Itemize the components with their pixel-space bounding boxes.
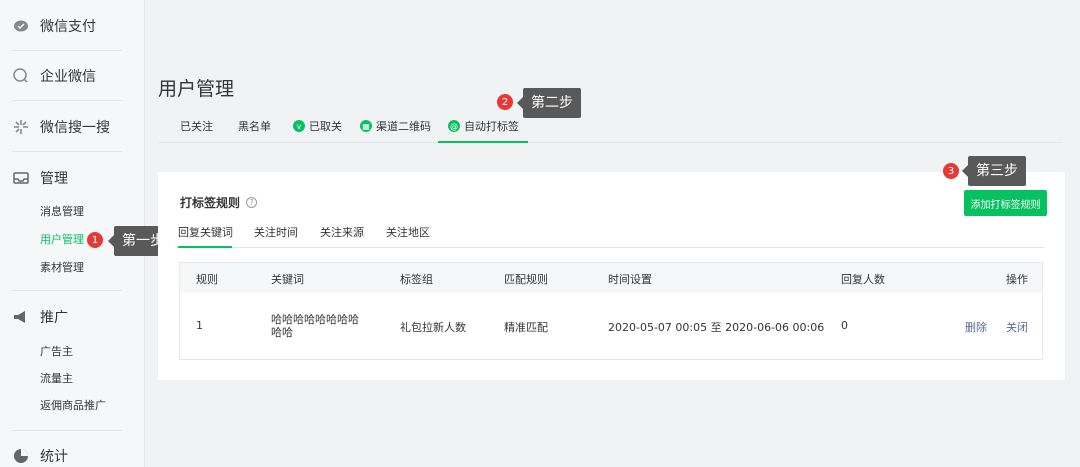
sidebar-sub-users[interactable]: 用户管理 — [40, 231, 84, 247]
divider — [12, 430, 122, 431]
delete-link[interactable]: 删除 — [965, 319, 987, 335]
pie-chart-icon — [12, 447, 30, 465]
tab-label: 渠道二维码 — [376, 120, 431, 133]
add-tag-rule-button[interactable]: 添加打标签规则 — [964, 190, 1047, 216]
cell-match: 精准匹配 — [504, 321, 548, 334]
tab-blacklist[interactable]: 黑名单 — [238, 118, 271, 134]
tab-unfollowed[interactable]: v 已取关 — [293, 118, 342, 134]
work-wechat-icon — [12, 67, 30, 85]
keyword-line: 哈哈哈哈哈哈哈哈 — [271, 313, 359, 326]
step3-badge: 3 — [943, 163, 959, 179]
step3-tooltip: 第三步 — [962, 156, 1026, 186]
col-tag-group: 标签组 — [400, 273, 433, 286]
rules-card: 打标签规则 ? 添加打标签规则 回复关键词 关注时间 关注来源 关注地区 规则 … — [158, 172, 1065, 380]
col-match: 匹配规则 — [504, 273, 548, 286]
sidebar-sub-publisher[interactable]: 流量主 — [40, 370, 73, 386]
sidebar-item-wechat-search[interactable]: 微信搜一搜 — [12, 117, 110, 137]
divider — [12, 50, 122, 51]
divider — [12, 100, 122, 101]
sidebar-item-promote[interactable]: 推广 — [12, 307, 68, 327]
sidebar-sub-advertiser[interactable]: 广告主 — [40, 343, 73, 359]
sidebar-item-label: 统计 — [40, 449, 68, 465]
tab-label: 已关注 — [180, 120, 213, 133]
col-rule: 规则 — [196, 273, 218, 286]
divider — [12, 151, 122, 152]
inbox-icon — [12, 169, 30, 187]
divider — [12, 290, 122, 291]
cell-time: 2020-05-07 00:05 至 2020-06-06 00:06 — [608, 321, 825, 334]
page-title: 用户管理 — [158, 78, 235, 100]
tab-bar: 已关注 黑名单 v 已取关 ▦ 渠道二维码 @ 自动打标签 — [158, 108, 1063, 143]
tab-label: 已取关 — [309, 120, 342, 133]
help-icon[interactable]: ? — [246, 197, 258, 208]
col-count: 回复人数 — [841, 273, 885, 286]
sidebar-item-label: 微信支付 — [40, 19, 96, 35]
wechat-pay-icon — [12, 17, 30, 35]
sidebar-sub-message[interactable]: 消息管理 — [40, 203, 84, 219]
search-sparkle-icon — [12, 118, 30, 136]
active-tab-indicator — [438, 141, 528, 143]
keyword-line: 哈哈 — [271, 326, 293, 339]
active-subtab-indicator — [178, 246, 232, 248]
tab-auto-tag[interactable]: @ 自动打标签 — [448, 118, 519, 134]
sidebar-item-label: 微信搜一搜 — [40, 120, 110, 136]
cell-count: 0 — [841, 319, 848, 332]
qrcode-icon: ▦ — [360, 120, 372, 132]
step2-tooltip: 第二步 — [517, 88, 581, 118]
subtab-follow-time[interactable]: 关注时间 — [254, 224, 298, 240]
sidebar-sub-commission[interactable]: 返佣商品推广 — [40, 397, 106, 413]
check-icon: v — [293, 120, 305, 132]
cell-keyword: 哈哈哈哈哈哈哈哈 哈哈 — [271, 313, 359, 339]
sidebar-item-manage[interactable]: 管理 — [12, 168, 68, 188]
sidebar-sub-materials[interactable]: 素材管理 — [40, 259, 84, 275]
tab-label: 黑名单 — [238, 120, 271, 133]
tag-icon: @ — [448, 120, 460, 132]
rule-type-tabs: 回复关键词 关注时间 关注来源 关注地区 — [178, 224, 1044, 248]
tab-channel-qrcode[interactable]: ▦ 渠道二维码 — [360, 118, 431, 134]
subtab-follow-region[interactable]: 关注地区 — [386, 224, 430, 240]
sidebar-item-label: 管理 — [40, 171, 68, 187]
close-link[interactable]: 关闭 — [1006, 319, 1028, 335]
card-title-text: 打标签规则 — [180, 196, 241, 210]
sidebar-item-work-wechat[interactable]: 企业微信 — [12, 66, 96, 86]
col-time: 时间设置 — [608, 273, 652, 286]
sidebar-item-label: 推广 — [40, 310, 68, 326]
sidebar-item-label: 企业微信 — [40, 69, 96, 85]
table-header: 规则 关键词 标签组 匹配规则 时间设置 回复人数 操作 — [180, 263, 1042, 293]
step1-badge: 1 — [87, 232, 103, 248]
subtab-follow-source[interactable]: 关注来源 — [320, 224, 364, 240]
sidebar-item-wechat-pay[interactable]: 微信支付 — [12, 16, 96, 36]
sidebar-item-stats[interactable]: 统计 — [12, 446, 68, 466]
cell-tag-group: 礼包拉新人数 — [400, 321, 466, 334]
col-action: 操作 — [1006, 273, 1028, 286]
subtab-keyword[interactable]: 回复关键词 — [178, 224, 233, 240]
megaphone-icon — [12, 308, 30, 326]
tab-followed[interactable]: 已关注 — [180, 118, 213, 134]
rules-table: 规则 关键词 标签组 匹配规则 时间设置 回复人数 操作 1 哈哈哈哈哈哈哈哈 … — [179, 262, 1043, 360]
col-keyword: 关键词 — [271, 273, 304, 286]
card-title: 打标签规则 ? — [180, 194, 258, 211]
step2-badge: 2 — [497, 94, 513, 110]
tab-label: 自动打标签 — [464, 120, 519, 133]
cell-rule: 1 — [196, 319, 203, 332]
